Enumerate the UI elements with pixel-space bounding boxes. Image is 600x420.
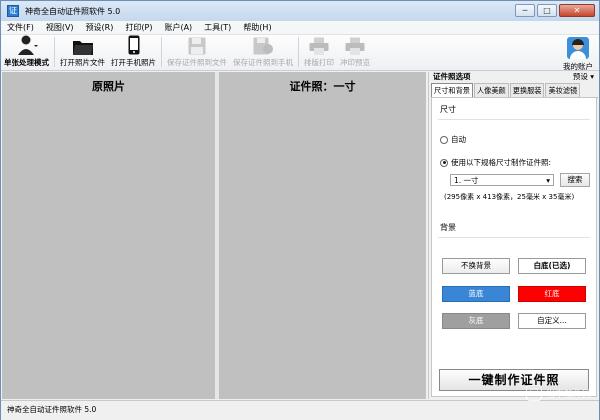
app-icon: 证 xyxy=(7,5,19,17)
tab-beauty[interactable]: 人像美颜 xyxy=(473,83,509,97)
print-preview-icon xyxy=(345,36,365,55)
spec-select[interactable]: 1. 一寸 ▾ xyxy=(450,174,554,186)
open-file-label: 打开照片文件 xyxy=(60,58,105,67)
open-phone-button[interactable]: 打开手机照片 xyxy=(108,35,159,70)
bg-gray-button[interactable]: 灰底 xyxy=(442,313,510,329)
toolbar-separator xyxy=(161,37,162,67)
single-mode-label: 单张处理模式 xyxy=(4,58,49,67)
avatar-icon xyxy=(567,37,589,59)
bg-white-button[interactable]: 白底(已选) xyxy=(518,258,586,274)
save-to-phone-label: 保存证件照到手机 xyxy=(233,58,293,67)
bg-blue-button[interactable]: 蓝底 xyxy=(442,286,510,302)
menu-print[interactable]: 打印(P) xyxy=(119,21,158,34)
watermark-text: 当下软件园 xyxy=(545,389,591,400)
auto-size-radio[interactable]: 自动 xyxy=(440,134,596,145)
toolbar-separator xyxy=(298,37,299,67)
print-layout-label: 排版打印 xyxy=(304,58,334,67)
save-to-file-label: 保存证件照到文件 xyxy=(167,58,227,67)
search-spec-button[interactable]: 搜索 xyxy=(560,173,590,187)
watermark-logo-icon: ▢ xyxy=(525,385,542,401)
menu-file[interactable]: 文件(F) xyxy=(1,21,40,34)
bg-red-button[interactable]: 红底 xyxy=(518,286,586,302)
chevron-down-icon: ▾ xyxy=(587,72,594,81)
original-photo-title: 原照片 xyxy=(92,80,125,93)
menu-preset[interactable]: 预设(R) xyxy=(80,21,120,34)
save-phone-icon xyxy=(253,36,273,55)
id-photo-title: 证件照：一寸 xyxy=(289,80,356,93)
menu-help[interactable]: 帮助(H) xyxy=(237,21,277,34)
account-button[interactable]: 我的账户 xyxy=(563,37,593,72)
menu-bar: 文件(F) 视图(V) 预设(R) 打印(P) 账户(A) 工具(T) 帮助(H… xyxy=(1,21,599,35)
menu-tools[interactable]: 工具(T) xyxy=(198,21,237,34)
preset-label: 预设 xyxy=(572,72,588,81)
person-icon xyxy=(16,35,38,55)
menu-account[interactable]: 账户(A) xyxy=(158,21,198,34)
background-section-title: 背景 xyxy=(440,223,456,232)
bg-no-change-button[interactable]: 不换背景 xyxy=(442,258,510,274)
account-label: 我的账户 xyxy=(563,62,593,71)
options-panel: 证件照选项 预设 ▾ 尺寸和背景 人像美颜 更换服装 美妆滤镜 尺寸 自动 使用… xyxy=(428,72,598,399)
size-background-panel: 尺寸 自动 使用以下规格尺寸制作证件照: 1. 一寸 ▾ 搜索 (295像素 x… xyxy=(431,97,597,397)
tab-clothing[interactable]: 更换服装 xyxy=(509,83,545,97)
section-divider xyxy=(438,237,590,238)
save-to-file-button[interactable]: 保存证件照到文件 xyxy=(164,36,230,70)
window-title: 神奇全自动证件照软件 5.0 xyxy=(25,6,121,16)
printer-icon xyxy=(309,36,329,55)
save-disk-icon xyxy=(188,36,206,55)
app-window: 证 神奇全自动证件照软件 5.0 ─ □ ✕ 文件(F) 视图(V) 预设(R)… xyxy=(0,0,600,420)
tab-makeup-filter[interactable]: 美妆滤镜 xyxy=(545,83,581,97)
open-phone-label: 打开手机照片 xyxy=(111,58,156,67)
print-preview-label: 冲印预览 xyxy=(340,58,370,67)
options-tabs: 尺寸和背景 人像美颜 更换服装 美妆滤镜 xyxy=(431,83,598,98)
maximize-button[interactable]: □ xyxy=(537,4,557,17)
open-file-button[interactable]: 打开照片文件 xyxy=(57,36,108,70)
folder-icon xyxy=(72,36,93,55)
id-photo-pane[interactable]: 证件照：一寸 xyxy=(219,72,426,399)
print-preview-button[interactable]: 冲印预览 xyxy=(337,36,373,70)
preset-dropdown[interactable]: 预设 ▾ xyxy=(573,72,594,82)
close-button[interactable]: ✕ xyxy=(559,4,595,17)
original-photo-pane[interactable]: 原照片 xyxy=(2,72,215,399)
toolbar-separator xyxy=(54,37,55,67)
status-bar: 神奇全自动证件照软件 5.0 xyxy=(1,400,599,420)
auto-size-label: 自动 xyxy=(451,135,466,144)
spec-size-radio[interactable]: 使用以下规格尺寸制作证件照: xyxy=(440,157,596,168)
size-section-title: 尺寸 xyxy=(440,105,456,114)
single-mode-button[interactable]: 单张处理模式 xyxy=(1,35,52,70)
radio-selected-icon xyxy=(440,158,448,167)
phone-icon xyxy=(128,35,140,55)
options-title: 证件照选项 xyxy=(433,72,471,81)
save-to-phone-button[interactable]: 保存证件照到手机 xyxy=(230,36,296,70)
watermark: ▢ 当下软件园 xyxy=(525,385,591,401)
tab-size-background[interactable]: 尺寸和背景 xyxy=(431,83,473,97)
section-divider xyxy=(438,119,590,120)
bg-custom-button[interactable]: 自定义... xyxy=(518,313,586,329)
chevron-down-icon: ▾ xyxy=(546,175,550,185)
spec-description: (295像素 x 413像素，25毫米 x 35毫米) xyxy=(444,193,575,201)
spec-size-label: 使用以下规格尺寸制作证件照: xyxy=(451,158,552,167)
print-layout-button[interactable]: 排版打印 xyxy=(301,36,337,70)
title-bar: 证 神奇全自动证件照软件 5.0 ─ □ ✕ xyxy=(1,1,599,21)
menu-view[interactable]: 视图(V) xyxy=(40,21,80,34)
minimize-button[interactable]: ─ xyxy=(515,4,535,17)
spec-select-value: 1. 一寸 xyxy=(454,175,479,185)
radio-icon xyxy=(440,135,448,144)
toolbar: 单张处理模式 打开照片文件 打开手机照片 保存证件照到文件 保存证件照到手机 排… xyxy=(1,35,599,71)
